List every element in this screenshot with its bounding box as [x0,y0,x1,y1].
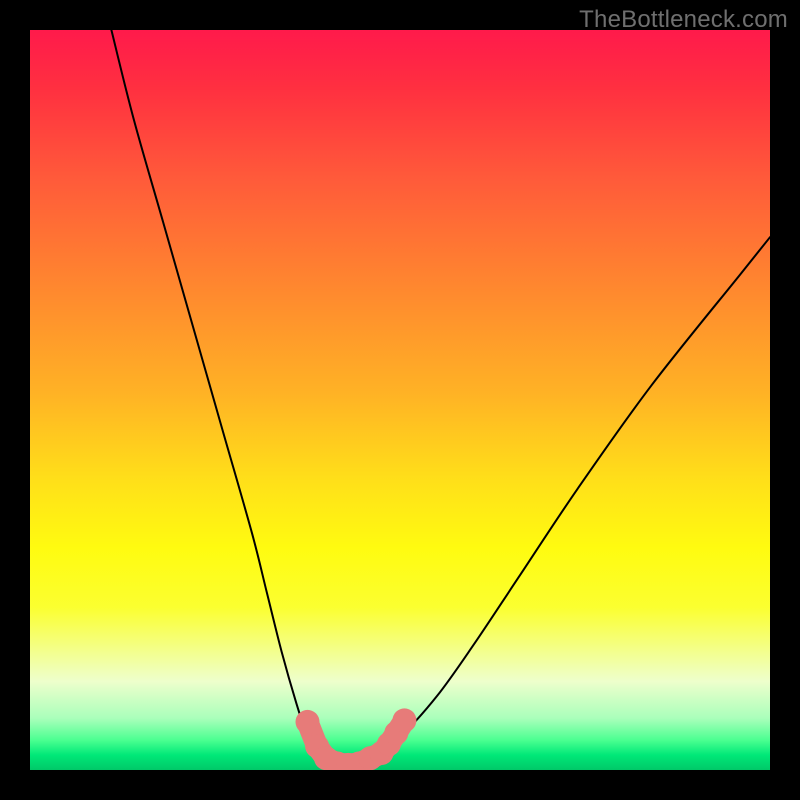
watermark-text: TheBottleneck.com [579,6,788,34]
marker-dots [296,708,417,770]
marker-dot [296,710,320,734]
plot-area [30,30,770,770]
curve-svg [30,30,770,770]
bottleneck-curve [111,30,770,767]
chart-frame: TheBottleneck.com [0,0,800,800]
marker-dot [392,708,416,732]
